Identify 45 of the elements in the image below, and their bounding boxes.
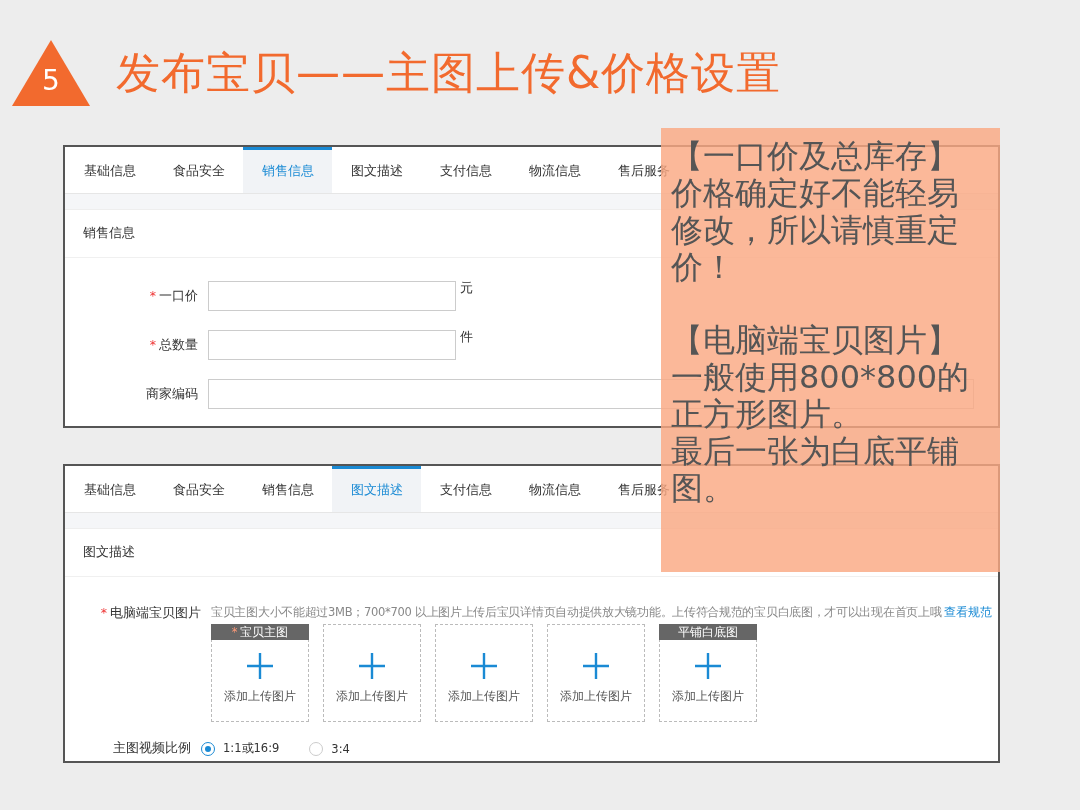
tab[interactable]: 支付信息: [421, 147, 510, 193]
unit-label: 元: [460, 280, 473, 297]
upload-slot[interactable]: 平铺白底图 添加上传图片: [659, 624, 757, 722]
upload-label: 添加上传图片: [560, 689, 632, 704]
field-label: 商家编码: [146, 385, 198, 401]
field-label: 总数量: [159, 336, 198, 352]
upload-slot[interactable]: 添加上传图片: [435, 624, 533, 722]
option-label: 3:4: [331, 741, 350, 756]
note-text: 【电脑端宝贝图片】一般使用800*800的正方形图片。: [671, 322, 971, 433]
field-label: 电脑端宝贝图片: [110, 605, 201, 620]
upload-slot[interactable]: 添加上传图片: [547, 624, 645, 722]
hint-text: 宝贝主图大小不能超过3MB；700*700 以上图片上传后宝贝详情页自动提供放大镜功能。上传符合规范的宝贝白底图，才可以出现在首页上哦: [211, 605, 942, 620]
tab[interactable]: 图文描述: [332, 147, 421, 193]
tab[interactable]: 支付信息: [421, 466, 510, 512]
slot-tag: 平铺白底图: [659, 624, 757, 640]
tab[interactable]: 基础信息: [65, 147, 154, 193]
upload-slot[interactable]: * 宝贝主图 添加上传图片: [211, 624, 309, 722]
note-text: 【一口价及总库存】价格确定好不能轻易修改，所以请慎重定价！: [671, 138, 960, 286]
tab[interactable]: 基础信息: [65, 466, 154, 512]
upload-label: 添加上传图片: [672, 689, 744, 704]
field-label: 一口价: [159, 287, 198, 303]
section-title: 销售信息: [83, 225, 135, 242]
guideline-link[interactable]: 查看规范: [944, 605, 993, 620]
upload-label: 添加上传图片: [448, 689, 520, 704]
note-text: 最后一张为白底平铺图。: [671, 433, 960, 507]
tab[interactable]: 物流信息: [510, 147, 599, 193]
slot-tag: * 宝贝主图: [211, 624, 309, 640]
required-mark: *: [149, 336, 156, 352]
section-title: 图文描述: [83, 544, 135, 561]
slide-title: 发布宝贝——主图上传&价格设置: [116, 45, 782, 100]
upload-slot[interactable]: 添加上传图片: [323, 624, 421, 722]
required-mark: *: [100, 605, 107, 620]
tab[interactable]: 食品安全: [154, 147, 243, 193]
upload-label: 添加上传图片: [336, 689, 408, 704]
upload-label: 添加上传图片: [224, 689, 296, 704]
tab[interactable]: 食品安全: [154, 466, 243, 512]
tab[interactable]: 销售信息: [243, 466, 332, 512]
field-label: 主图视频比例: [112, 740, 192, 757]
tab[interactable]: 图文描述: [332, 466, 421, 512]
required-mark: *: [149, 287, 156, 303]
tab[interactable]: 销售信息: [243, 147, 332, 193]
number-badge: 5: [12, 40, 90, 106]
tab[interactable]: 物流信息: [510, 466, 599, 512]
option-label: 1:1或16:9: [223, 741, 280, 756]
unit-label: 件: [460, 329, 473, 346]
